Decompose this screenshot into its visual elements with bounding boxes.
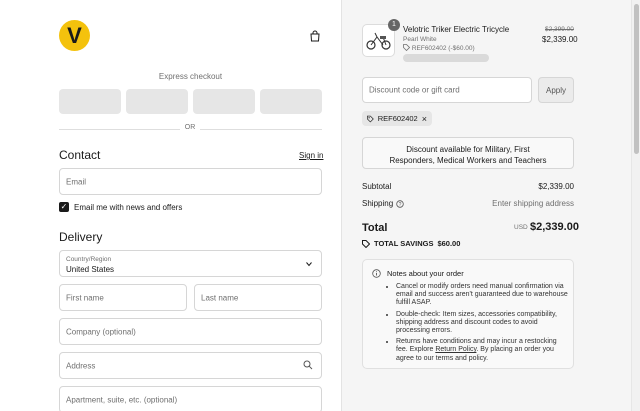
loading-placeholder [403,54,489,62]
first-name-field[interactable]: First name [59,284,187,311]
note-item: Double-check: Item sizes, accessories co… [396,311,568,336]
contact-heading: Contact [59,148,101,162]
express-pay-button-2[interactable] [126,89,188,114]
company-placeholder: Company (optional) [66,327,136,336]
country-select[interactable]: Country/Region United States [59,250,322,277]
newsletter-label: Email me with news and offers [74,203,183,212]
tag-icon [362,239,370,248]
country-label: Country/Region [66,256,112,263]
country-value: United States [66,265,115,274]
product-discount: REF602402 (-$60.00) [403,44,475,52]
apply-button[interactable]: Apply [538,77,574,103]
savings-value: $60.00 [437,239,461,248]
notes-title: Notes about your order [387,269,464,278]
tag-icon [403,44,411,52]
delivery-heading: Delivery [59,230,103,244]
shipping-row: Shipping ? [362,199,404,208]
last-name-placeholder: Last name [201,293,239,302]
help-icon[interactable]: ? [396,199,404,208]
logo-letter: V [67,22,82,48]
company-field[interactable]: Company (optional) [59,318,322,345]
newsletter-checkbox[interactable]: ✓ [59,202,69,212]
first-name-placeholder: First name [66,293,104,302]
apartment-field[interactable]: Apartment, suite, etc. (optional) [59,386,322,411]
order-notes-box: Notes about your order Cancel or modify … [362,259,574,369]
total-value: $2,339.00 [530,221,579,233]
note-item: Cancel or modify orders need manual conf… [396,283,568,308]
email-field[interactable]: Email [59,168,322,195]
quantity-badge: 1 [388,19,400,31]
apartment-placeholder: Apartment, suite, etc. (optional) [66,395,178,404]
sign-in-link[interactable]: Sign in [299,151,323,160]
product-variant: Pearl White [403,36,437,43]
express-pay-button-4[interactable] [260,89,322,114]
express-pay-button-1[interactable] [59,89,121,114]
or-divider-label: OR [180,124,200,131]
scrollbar[interactable] [631,0,640,411]
shopping-bag-icon[interactable] [309,30,321,42]
checkout-form-panel: V Express checkout OR Contact Sign in Em… [0,0,341,411]
brand-logo[interactable]: V [59,20,90,51]
return-policy-link[interactable]: Return Policy [435,346,476,353]
address-placeholder: Address [66,361,96,370]
svg-text:?: ? [399,202,402,208]
eligibility-discount-button[interactable]: Discount available for Military, First R… [362,137,574,169]
note-item: Returns have conditions and may incur a … [396,338,568,363]
savings-label: TOTAL SAVINGS [374,239,434,248]
shipping-value: Enter shipping address [492,199,574,208]
discount-placeholder: Discount code or gift card [369,85,460,95]
original-price: $2,399.00 [545,26,574,33]
product-name: Velotric Triker Electric Tricycle [403,25,510,34]
info-icon [372,269,381,278]
chevron-down-icon [306,262,312,267]
address-field[interactable]: Address [59,352,322,379]
currency-label: USD [514,224,528,231]
tag-icon [367,115,374,122]
total-savings: TOTAL SAVINGS $60.00 [362,239,460,248]
express-checkout-label: Express checkout [158,72,223,81]
subtotal-value: $2,339.00 [538,182,574,191]
last-name-field[interactable]: Last name [194,284,322,311]
product-discount-code: REF602402 (-$60.00) [411,45,475,52]
email-placeholder: Email [66,177,87,186]
search-icon [303,360,313,370]
scrollbar-thumb[interactable] [634,4,639,154]
total-label: Total [362,222,388,234]
remove-discount-icon[interactable]: × [422,114,427,124]
notes-list: Cancel or modify orders need manual conf… [378,283,568,366]
applied-discount-chip: REF602402 × [362,111,432,126]
product-price: $2,339.00 [542,35,578,44]
discount-code-input[interactable]: Discount code or gift card [362,77,532,103]
applied-code: REF602402 [377,114,418,123]
express-pay-button-3[interactable] [193,89,255,114]
subtotal-label: Subtotal [362,182,392,191]
shipping-label: Shipping [362,199,394,208]
